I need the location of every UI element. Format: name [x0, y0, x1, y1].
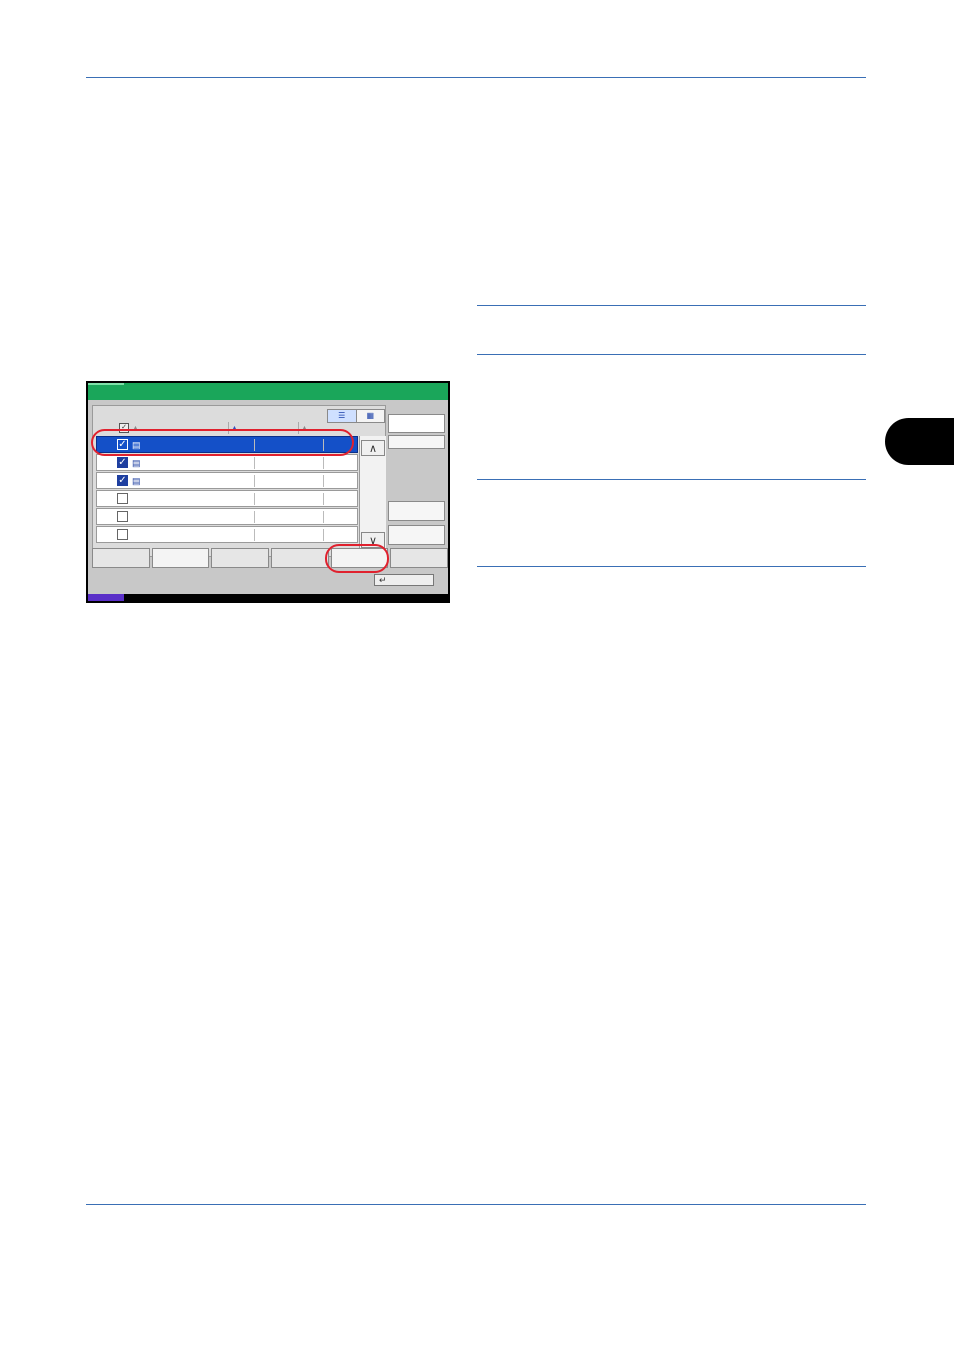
bottom-button-3[interactable]	[211, 548, 270, 568]
list-row[interactable]: ✓ ▤	[96, 472, 358, 489]
sort-arrow-date[interactable]: ▲	[231, 425, 238, 432]
list-row[interactable]: ✓ ▤	[96, 454, 358, 471]
scroll-down-button[interactable]: ∨	[361, 532, 385, 548]
scroll-up-button[interactable]: ∧	[361, 440, 385, 456]
row-checkbox[interactable]	[117, 511, 128, 522]
chapter-tab	[885, 418, 954, 465]
panel-status-bar	[88, 594, 448, 603]
view-toggle[interactable]: ☰ ▦	[327, 409, 385, 423]
bottom-button-5[interactable]	[330, 548, 389, 568]
header-rule	[86, 77, 866, 78]
document-icon: ▤	[132, 439, 141, 450]
list-scrollbar[interactable]: ∧ ∨	[359, 436, 386, 554]
list-rows: ✓ ▤ ✓ ▤ ✓ ▤	[96, 436, 358, 544]
sort-arrow-size[interactable]: ▲	[301, 425, 308, 432]
side-button-1[interactable]	[388, 435, 445, 449]
bottom-button-4[interactable]	[271, 548, 329, 568]
bottom-button-1[interactable]	[92, 548, 150, 568]
list-view-icon[interactable]: ☰	[328, 410, 357, 422]
device-panel: ☰ ▦ ✓ ▲ ▲ ▲ ✓ ▤ ✓ ▤ ✓ ▤ ∧ ∨ ↵	[86, 381, 450, 603]
row-checkbox[interactable]: ✓	[117, 457, 128, 468]
row-checkbox[interactable]: ✓	[117, 475, 128, 486]
header-col-3[interactable]: ▲	[299, 422, 331, 434]
list-row[interactable]	[96, 490, 358, 507]
bottom-button-row	[92, 548, 449, 568]
row-checkbox[interactable]	[117, 493, 128, 504]
side-button-2[interactable]	[388, 501, 445, 521]
status-indicator	[88, 594, 124, 601]
section-rule-1	[477, 305, 866, 306]
select-all-checkbox[interactable]: ✓	[119, 423, 129, 433]
list-row[interactable]	[96, 526, 358, 543]
footer-rule	[86, 1204, 866, 1205]
document-list: ☰ ▦ ✓ ▲ ▲ ▲ ✓ ▤ ✓ ▤ ✓ ▤ ∧ ∨	[92, 405, 386, 557]
header-select-all[interactable]: ✓ ▲	[95, 422, 229, 434]
document-icon: ▤	[132, 475, 141, 486]
section-rule-2	[477, 354, 866, 355]
panel-body: ☰ ▦ ✓ ▲ ▲ ▲ ✓ ▤ ✓ ▤ ✓ ▤ ∧ ∨ ↵	[88, 400, 449, 594]
bottom-button-6[interactable]	[390, 548, 449, 568]
sort-arrow-name[interactable]: ▲	[132, 425, 139, 432]
row-checkbox[interactable]: ✓	[117, 439, 128, 450]
list-header: ✓ ▲ ▲ ▲	[95, 422, 357, 434]
bottom-button-2[interactable]	[151, 548, 210, 568]
header-col-2[interactable]: ▲	[229, 422, 299, 434]
enter-icon: ↵	[379, 575, 387, 585]
section-rule-4	[477, 566, 866, 567]
thumbnail-view-icon[interactable]: ▦	[357, 410, 385, 422]
side-button-3[interactable]	[388, 525, 445, 545]
panel-header-bar	[88, 383, 448, 400]
ok-button[interactable]: ↵	[374, 574, 434, 586]
side-field[interactable]	[388, 414, 445, 433]
list-row[interactable]: ✓ ▤	[96, 436, 358, 453]
document-icon: ▤	[132, 457, 141, 468]
list-row[interactable]	[96, 508, 358, 525]
row-checkbox[interactable]	[117, 529, 128, 540]
section-rule-3	[477, 479, 866, 480]
